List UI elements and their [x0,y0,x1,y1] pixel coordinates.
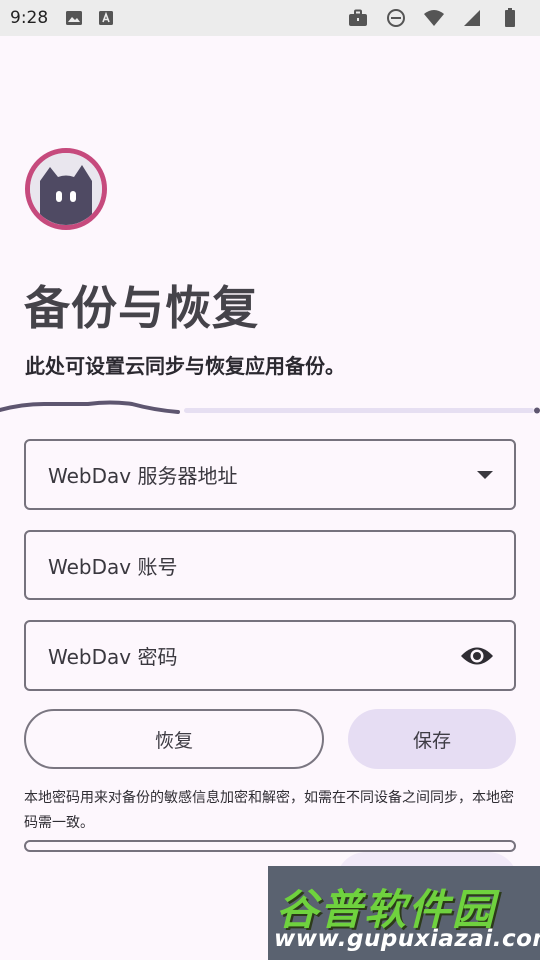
step-progress [0,400,540,414]
restore-button-label: 恢复 [154,729,193,752]
save-button-label: 保存 [412,729,451,752]
status-bar: 9:28 [0,0,540,36]
image-icon [62,6,86,30]
webdav-server-select[interactable]: WebDav 服务器地址 [24,439,516,510]
progress-track [184,408,534,413]
font-a-icon [94,6,118,30]
progress-end-dot [534,407,540,414]
do-not-disturb-icon [384,6,408,30]
app-avatar [25,148,107,230]
watermark-logo: 谷普软件园 www.gupuxiazai.com [268,866,540,960]
webdav-account-field[interactable]: WebDav 账号 [24,530,516,600]
page-title: 备份与恢复 [24,281,259,335]
status-time: 9:28 [10,8,49,28]
webdav-server-label: WebDav 服务器地址 [48,464,238,488]
battery-icon [498,6,522,30]
local-password-note: 本地密码用来对备份的敏感信息加密和解密，如需在不同设备之间同步，本地密码需一致。 [24,790,514,831]
watermark-url: www.gupuxiazai.com [274,926,540,952]
wifi-icon [422,6,446,30]
signal-icon [460,6,484,30]
webdav-account-label: WebDav 账号 [48,554,178,579]
status-icons [346,6,530,30]
save-button[interactable]: 保存 [348,709,516,769]
briefcase-icon [346,6,370,30]
webdav-password-label: WebDav 密码 [48,645,178,669]
dropdown-arrow-icon[interactable] [476,470,494,480]
page-subtitle: 此处可设置云同步与恢复应用备份。 [25,354,345,378]
restore-button[interactable]: 恢复 [24,709,324,769]
local-password-field[interactable] [24,840,516,852]
progress-active-wave [0,400,180,414]
cat-mascot-icon [30,153,102,225]
show-password-eye-icon[interactable] [460,645,494,667]
webdav-password-field[interactable]: WebDav 密码 [24,620,516,691]
